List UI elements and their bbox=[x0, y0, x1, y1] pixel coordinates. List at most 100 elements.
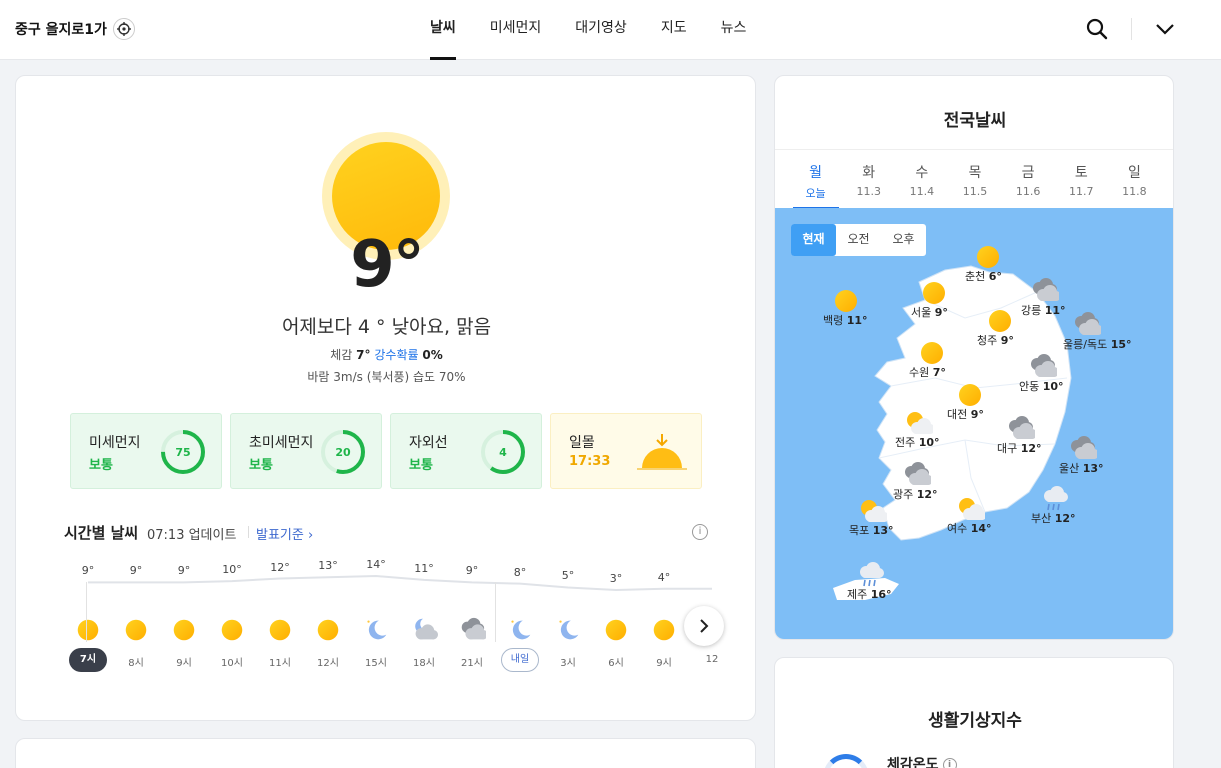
day-tab[interactable]: 금 11.6 bbox=[1005, 150, 1051, 209]
sun-icon bbox=[602, 616, 630, 644]
current-weather-card: 9° 어제보다 4 ° 낮아요, 맑음 체감 7° 강수확률 0% 바람 3m/… bbox=[15, 75, 756, 721]
life-index-gauge bbox=[823, 754, 869, 768]
day-tab-day: 금 bbox=[1021, 165, 1035, 181]
uv-gauge: 4 bbox=[481, 430, 525, 474]
city-weather-label[interactable]: 서울 9° bbox=[911, 304, 948, 320]
day-tab[interactable]: 월 오늘 bbox=[792, 150, 839, 209]
city-name: 부산 bbox=[1031, 512, 1052, 525]
korea-weather-map[interactable]: 현재 오전 오후 춘천 6° 백령 11° 서울 9° 강릉 11° 울릉/독도 15°… bbox=[775, 208, 1173, 639]
moon-icon bbox=[554, 616, 582, 644]
feels-precip: 체감 7° 강수확률 0% bbox=[16, 346, 757, 363]
moon-icon bbox=[362, 616, 390, 644]
nav-map[interactable]: 지도 bbox=[661, 0, 687, 60]
city-name: 목포 bbox=[849, 524, 870, 537]
city-name: 수원 bbox=[909, 366, 930, 379]
tile-ultrafine-dust[interactable]: 초미세먼지 보통 20 bbox=[230, 413, 382, 489]
life-item-label[interactable]: 체감온도 bbox=[887, 757, 939, 768]
city-temp: 9° bbox=[1000, 334, 1014, 347]
info-icon[interactable]: i bbox=[692, 524, 708, 540]
city-name: 광주 bbox=[893, 488, 914, 501]
cloud-icon bbox=[458, 616, 488, 644]
city-temp: 9° bbox=[970, 408, 984, 421]
life-index-item[interactable]: 체감온도 i bbox=[887, 754, 957, 768]
info-icon[interactable]: i bbox=[942, 758, 957, 768]
city-name: 백령 bbox=[823, 314, 844, 327]
basis-link-label[interactable]: 발표기준 bbox=[256, 528, 304, 543]
tile-status: 보통 bbox=[89, 458, 113, 473]
day-tab-date: 11.5 bbox=[962, 185, 988, 198]
city-name: 제주 bbox=[847, 588, 868, 601]
city-weather-label[interactable]: 춘천 6° bbox=[965, 268, 1002, 284]
tile-name: 일몰 bbox=[569, 435, 595, 451]
search-icon[interactable] bbox=[1084, 16, 1110, 42]
hourly-update-time: 07:13 업데이트 bbox=[147, 528, 237, 543]
city-weather-label[interactable]: 부산 12° bbox=[1031, 510, 1076, 526]
nav-air-video[interactable]: 대기영상 bbox=[575, 0, 627, 60]
hourly-time: 12시 bbox=[317, 658, 339, 669]
city-weather-label[interactable]: 전주 10° bbox=[895, 434, 940, 450]
hourly-temp: 10° bbox=[222, 563, 242, 577]
day-tab[interactable]: 일 11.8 bbox=[1111, 150, 1157, 209]
city-weather-label[interactable]: 대전 9° bbox=[947, 406, 984, 422]
city-temp: 10° bbox=[918, 436, 940, 449]
nav-weather[interactable]: 날씨 bbox=[430, 0, 456, 60]
hourly-time: 6시 bbox=[608, 658, 624, 669]
city-name: 대전 bbox=[947, 408, 968, 421]
fine-dust-value: 75 bbox=[175, 446, 190, 459]
next-arrow-button[interactable] bbox=[684, 606, 724, 646]
hourly-temp: 5° bbox=[561, 569, 575, 583]
tile-sunset[interactable]: 일몰 17:33 bbox=[550, 413, 702, 489]
city-weather-label[interactable]: 수원 7° bbox=[909, 364, 946, 380]
wind-humidity: 바람 3m/s (북서풍) 습도 70% bbox=[307, 370, 466, 384]
national-title: 전국날씨 bbox=[943, 111, 1007, 131]
city-weather-label[interactable]: 여수 14° bbox=[947, 520, 992, 536]
period-am[interactable]: 오전 bbox=[836, 224, 881, 256]
location-name[interactable]: 중구 을지로1가 bbox=[15, 19, 107, 39]
hourly-time: 12 bbox=[705, 654, 719, 665]
city-name: 울산 bbox=[1059, 462, 1080, 475]
hourly-title: 시간별 날씨 bbox=[64, 524, 139, 542]
city-name: 서울 bbox=[911, 306, 932, 319]
city-weather-label[interactable]: 울릉/독도 15° bbox=[1063, 336, 1132, 352]
city-weather-label[interactable]: 광주 12° bbox=[893, 486, 938, 502]
city-weather-label[interactable]: 강릉 11° bbox=[1021, 302, 1066, 318]
city-weather-label[interactable]: 제주 16° bbox=[847, 586, 892, 602]
hourly-temp: 13° bbox=[318, 559, 338, 573]
uv-value: 4 bbox=[499, 446, 507, 459]
city-weather-label[interactable]: 안동 10° bbox=[1019, 378, 1064, 394]
city-temp: 9° bbox=[934, 306, 948, 319]
tile-uv[interactable]: 자외선 보통 4 bbox=[390, 413, 542, 489]
hourly-forecast[interactable]: 9° 7시 9° 8시 9° 9시 10° 10시 12° 11시 13° 12시 14° 15시 11° 1… bbox=[64, 552, 724, 682]
nav-fine-dust[interactable]: 미세먼지 bbox=[490, 0, 542, 60]
divider bbox=[248, 526, 249, 538]
hourly-temp: 4° bbox=[657, 570, 671, 584]
location-selector[interactable]: 중구 을지로1가 bbox=[15, 18, 135, 40]
period-now[interactable]: 현재 bbox=[791, 224, 836, 256]
city-weather-label[interactable]: 울산 13° bbox=[1059, 460, 1104, 476]
city-temp: 12° bbox=[1054, 512, 1076, 525]
sun-icon bbox=[314, 616, 342, 644]
sun-icon bbox=[266, 616, 294, 644]
tile-name: 자외선 bbox=[409, 435, 448, 451]
feels-value: 7° bbox=[356, 348, 371, 362]
hourly-time: 10시 bbox=[221, 658, 243, 669]
day-tab[interactable]: 화 11.3 bbox=[846, 150, 892, 209]
tile-fine-dust[interactable]: 미세먼지 보통 75 bbox=[70, 413, 222, 489]
city-weather-label[interactable]: 대구 12° bbox=[997, 440, 1042, 456]
city-weather-label[interactable]: 청주 9° bbox=[977, 332, 1014, 348]
nav-news[interactable]: 뉴스 bbox=[721, 0, 747, 60]
city-temp: 16° bbox=[870, 588, 892, 601]
city-weather-label[interactable]: 백령 11° bbox=[823, 312, 868, 328]
chevron-down-icon[interactable] bbox=[1152, 16, 1178, 42]
day-tab-day: 수 bbox=[915, 165, 929, 181]
city-weather-label[interactable]: 목포 13° bbox=[849, 522, 894, 538]
gps-icon[interactable] bbox=[112, 18, 135, 40]
main-nav: 날씨 미세먼지 대기영상 지도 뉴스 bbox=[430, 0, 780, 60]
basis-link[interactable]: 발표기준 › bbox=[256, 524, 313, 543]
day-tab[interactable]: 수 11.4 bbox=[899, 150, 945, 209]
hourly-temp: 12° bbox=[270, 560, 290, 574]
period-pm[interactable]: 오후 bbox=[881, 224, 926, 256]
period-tabs: 현재 오전 오후 bbox=[791, 224, 926, 256]
day-tab[interactable]: 토 11.7 bbox=[1058, 150, 1104, 209]
day-tab[interactable]: 목 11.5 bbox=[952, 150, 998, 209]
